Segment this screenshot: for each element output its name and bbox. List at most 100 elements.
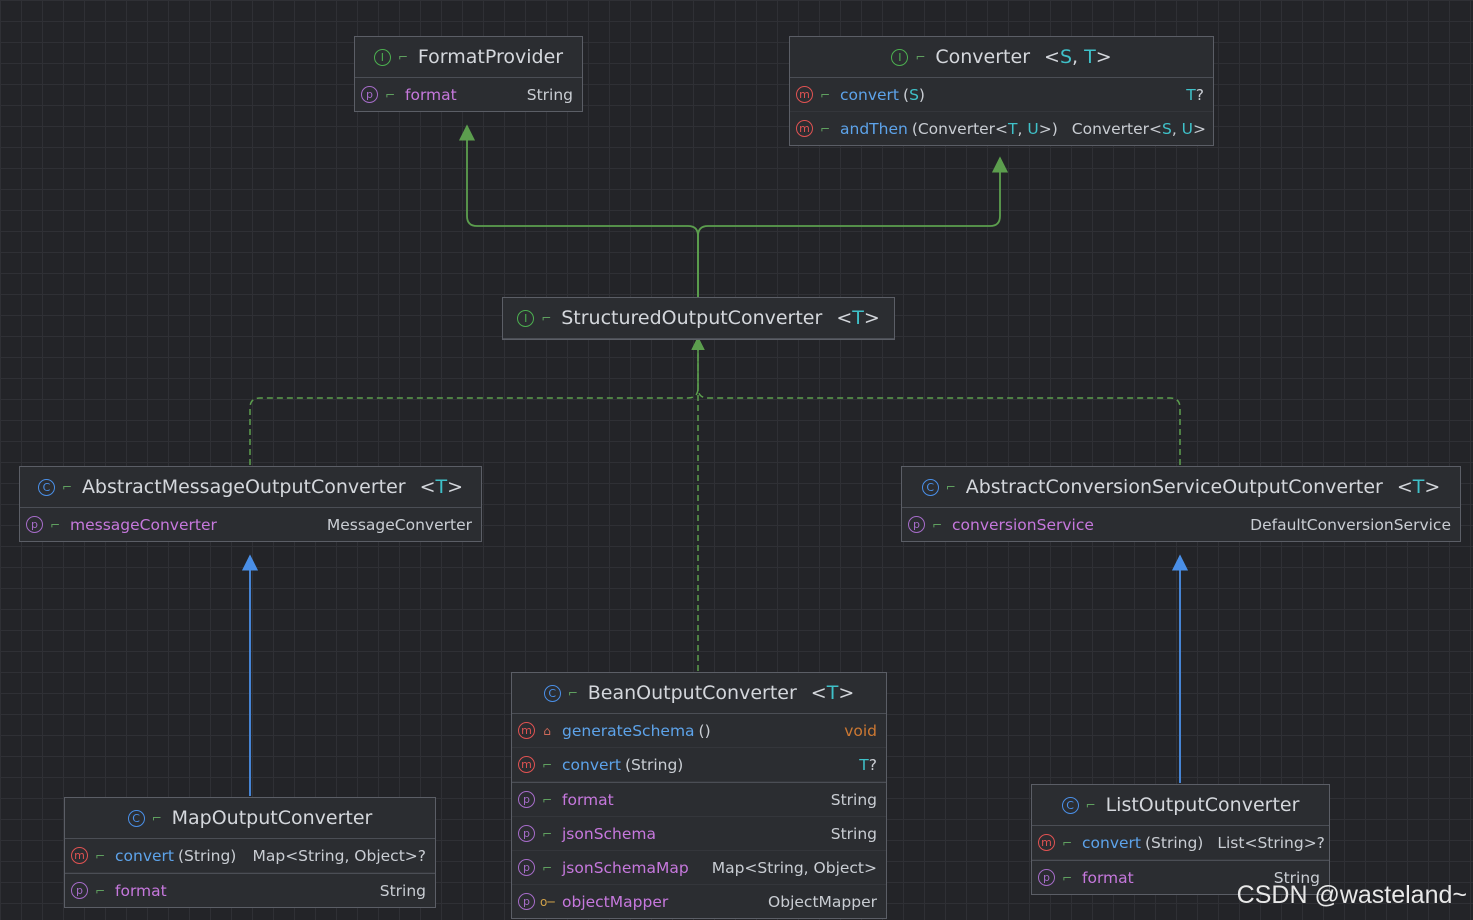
property-icon: p [1038,869,1055,886]
node-header[interactable]: I ⌐ StructuredOutputConverter <T> [503,298,894,339]
edge-structured-to-converter [697,156,1009,297]
public-icon: ⌐ [567,686,578,700]
property-row[interactable]: p ⌐ jsonSchemaMap Map<String, Object> [512,851,886,885]
edge-abstractconversion-to-structured [691,336,1181,465]
method-icon: m [518,722,535,739]
node-header[interactable]: C ⌐ AbstractMessageOutputConverter <T> [20,467,481,508]
public-icon: ⌐ [94,883,106,898]
node-header[interactable]: C ⌐ AbstractConversionServiceOutputConvert… [902,467,1460,508]
member-type: String [830,790,877,809]
node-list-output-converter[interactable]: C ⌐ ListOutputConverter m ⌐ convert (String) Li… [1031,784,1330,895]
node-header[interactable]: I ⌐ Converter <S, T> [790,37,1213,78]
member-name: jsonSchemaMap [562,858,689,877]
public-icon: ⌐ [541,860,553,875]
member-type: String [379,881,426,900]
node-header[interactable]: I ⌐ FormatProvider [355,37,582,78]
public-icon: ⌐ [915,50,926,64]
node-title: StructuredOutputConverter [561,307,823,329]
method-row[interactable]: m ⌐ convert (String) Map<String, Object>? [65,839,435,873]
member-name: generateSchema [562,721,695,740]
member-type: Map<String, Object> [711,858,877,877]
node-structured-output-converter[interactable]: I ⌐ StructuredOutputConverter <T> [502,297,895,340]
node-format-provider[interactable]: I ⌐ FormatProvider p ⌐ format String [354,36,583,112]
member-type: Converter<S, U> [1071,119,1207,138]
class-icon: C [921,478,939,496]
node-header[interactable]: C ⌐ ListOutputConverter [1032,785,1329,826]
member-type: Map<String, Object>? [252,846,426,865]
public-icon: ⌐ [541,311,552,325]
public-icon: ⌐ [1061,835,1073,850]
member-name: conversionService [952,515,1094,534]
member-name: objectMapper [562,892,669,911]
property-row[interactable]: p ⌐ jsonSchema String [512,817,886,851]
method-row[interactable]: m ⌂ generateSchema() void [512,714,886,748]
interface-icon: I [517,309,535,327]
class-icon: C [37,478,55,496]
member-type: String [526,85,573,104]
member-type: List<String>? [1217,833,1325,852]
method-icon: m [796,120,813,137]
member-type: MessageConverter [326,515,472,534]
member-name: convert [115,846,174,865]
property-icon: p [26,516,43,533]
node-title: MapOutputConverter [171,807,373,829]
member-type: String [830,824,877,843]
node-converter[interactable]: I ⌐ Converter <S, T> m ⌐ convert (S) T? m ⌐ andThen… [789,36,1214,146]
node-title: ListOutputConverter [1105,794,1300,816]
method-row[interactable]: m ⌐ andThen (Converter<T, U>) Converter<S, U… [790,112,1213,145]
interface-icon: I [373,48,391,66]
public-icon: ⌐ [61,480,72,494]
public-icon: ⌐ [151,811,162,825]
public-icon: ⌐ [931,517,943,532]
member-type: DefaultConversionService [1250,515,1451,534]
method-row[interactable]: m ⌐ convert (String) List<String>? [1032,826,1329,860]
node-title: FormatProvider [417,46,564,68]
property-row[interactable]: p ⌐ format String [65,873,435,907]
property-row[interactable]: p ⌐ format String [512,782,886,817]
public-icon: ⌐ [49,517,61,532]
node-generic: <T> [836,307,880,329]
member-args: (Converter<T, U>) [911,119,1058,138]
node-title: AbstractMessageOutputConverter [81,476,406,498]
method-icon: m [71,847,88,864]
property-icon: p [518,893,535,910]
method-icon: m [518,756,535,773]
property-row[interactable]: p ⌐ conversionService DefaultConversionServ… [902,508,1460,541]
class-icon: C [543,684,561,702]
property-row[interactable]: p ⌐ messageConverter MessageConverter [20,508,481,541]
property-icon: p [908,516,925,533]
node-map-output-converter[interactable]: C ⌐ MapOutputConverter m ⌐ convert (String) Map… [64,797,436,908]
property-icon: p [518,825,535,842]
node-header[interactable]: C ⌐ BeanOutputConverter <T> [512,673,886,714]
node-generic: <T> [810,682,855,704]
member-args: (String) [178,846,237,865]
edge-abstractmessage-to-structured [249,336,705,465]
member-name: convert [1082,833,1141,852]
member-args: () [698,721,711,740]
node-abstract-message-output-converter[interactable]: C ⌐ AbstractMessageOutputConverter <T> p ⌐ mes… [19,466,482,542]
member-type: T? [859,755,877,774]
public-icon: ⌐ [1085,798,1096,812]
member-args: (String) [1145,833,1204,852]
property-row[interactable]: p o─ objectMapper ObjectMapper [512,885,886,918]
public-icon: ⌐ [541,826,553,841]
node-abstract-conversion-service-output-converter[interactable]: C ⌐ AbstractConversionServiceOutputConvert… [901,466,1461,542]
public-icon: ⌐ [541,757,553,772]
member-name: andThen [840,119,908,138]
watermark: CSDN @wasteland~ [1236,881,1467,909]
public-icon: ⌐ [1061,870,1073,885]
member-args: (String) [625,755,684,774]
node-bean-output-converter[interactable]: C ⌐ BeanOutputConverter <T> m ⌂ generateSchema… [511,672,887,919]
public-icon: ⌐ [94,848,106,863]
node-header[interactable]: C ⌐ MapOutputConverter [65,798,435,839]
method-row[interactable]: m ⌐ convert (S) T? [790,78,1213,112]
property-row[interactable]: p ⌐ format String [355,78,582,111]
class-icon: C [1061,796,1079,814]
node-title: BeanOutputConverter [587,682,797,704]
public-icon: ⌐ [397,50,408,64]
public-icon: ⌐ [541,792,553,807]
member-name: messageConverter [70,515,217,534]
final-key-icon: o─ [540,894,555,909]
member-name: convert [562,755,621,774]
method-row[interactable]: m ⌐ convert (String) T? [512,748,886,782]
